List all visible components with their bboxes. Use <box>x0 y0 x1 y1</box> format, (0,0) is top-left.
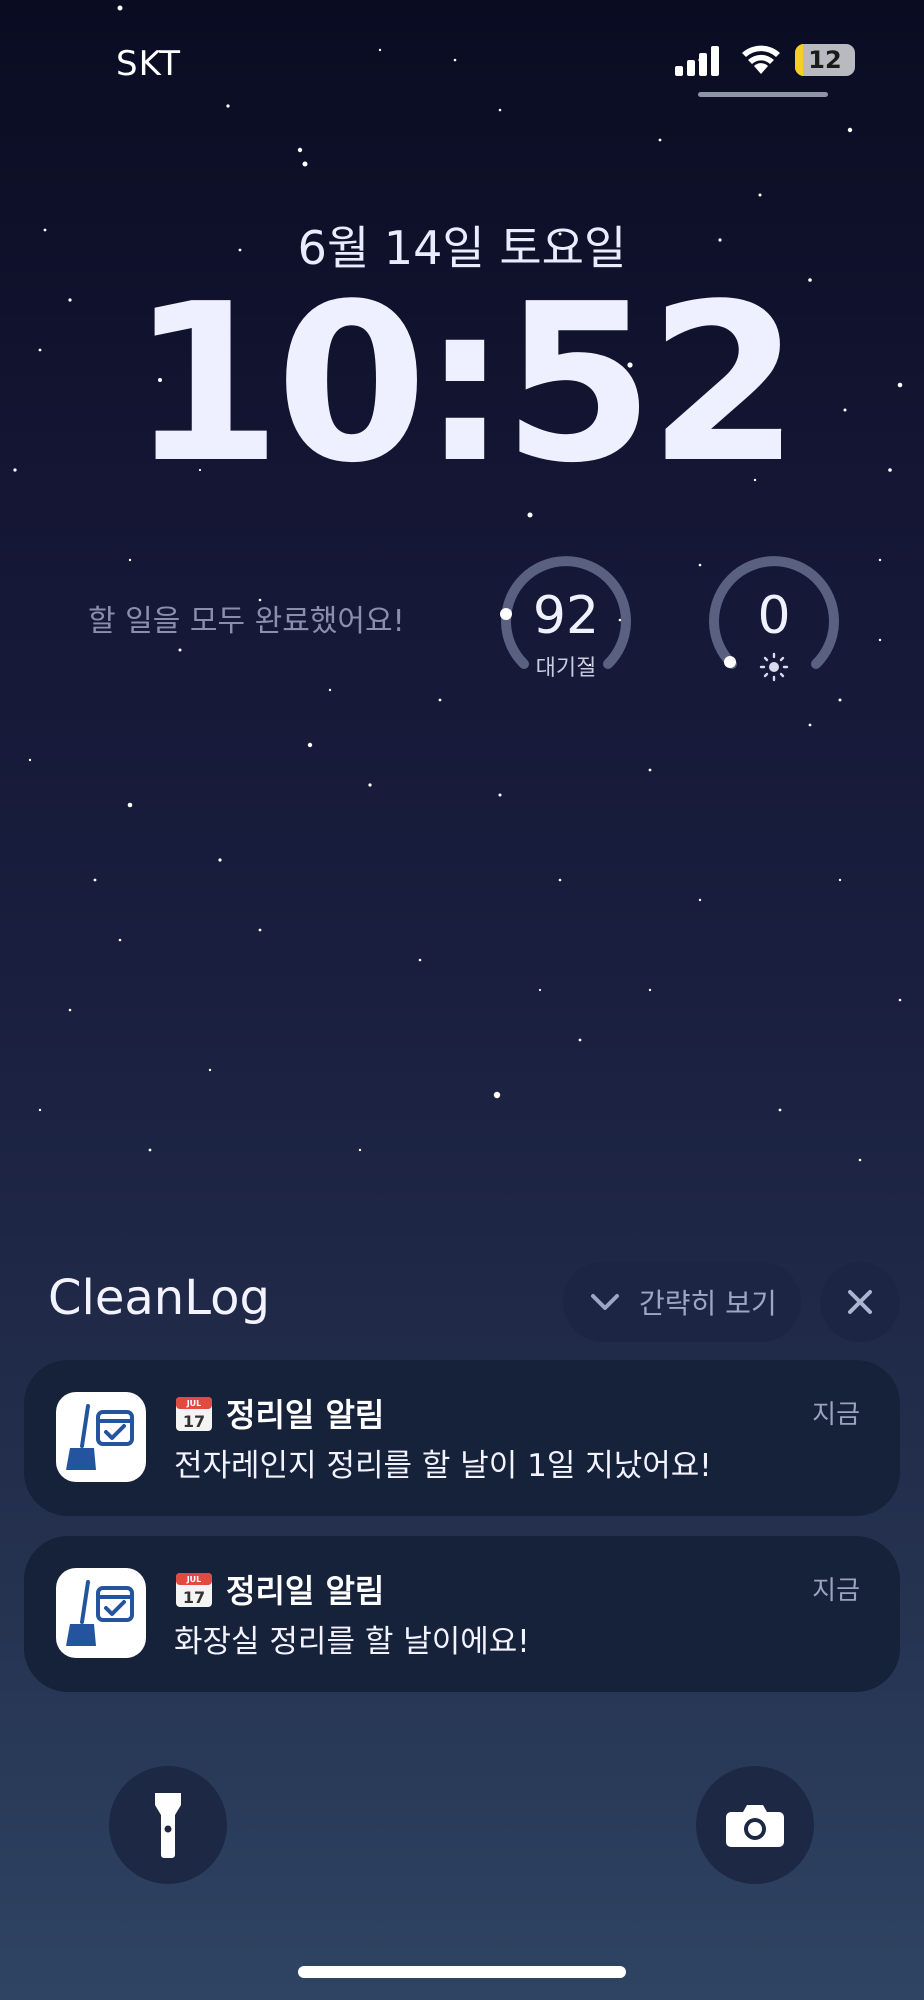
close-icon <box>848 1290 872 1314</box>
wifi-icon <box>742 45 780 74</box>
calendar-month: JUL <box>186 1575 202 1584</box>
air-quality-value: 92 <box>532 586 600 646</box>
carrier-name: SKT <box>116 44 182 84</box>
control-center-indicator[interactable] <box>698 92 828 97</box>
battery-level: 12 <box>808 46 842 74</box>
status-bar: SKT 12 <box>0 0 924 120</box>
notification-time: 지금 <box>812 1576 860 1606</box>
todo-widget-text[interactable]: 할 일을 모두 완료했어요! <box>88 596 405 640</box>
calendar-day: 17 <box>183 1412 205 1431</box>
calendar-emoji-icon: JUL 17 <box>176 1397 212 1431</box>
uv-index-value: 0 <box>757 586 791 646</box>
camera-button[interactable] <box>696 1766 814 1884</box>
flashlight-icon <box>155 1793 181 1858</box>
calendar-month: JUL <box>186 1399 202 1408</box>
notification-body: 화장실 정리를 할 날이에요! <box>174 1624 530 1660</box>
sun-icon <box>759 652 789 682</box>
camera-icon <box>726 1805 784 1847</box>
chevron-down-icon <box>591 1294 619 1310</box>
clear-notifications-button[interactable] <box>820 1262 900 1342</box>
notification-body: 전자레인지 정리를 할 날이 1일 지났어요! <box>174 1448 712 1484</box>
show-less-label: 간략히 보기 <box>639 1287 777 1320</box>
battery-indicator: 12 <box>795 44 855 76</box>
calendar-day: 17 <box>183 1588 205 1607</box>
notification-title: JUL 17 정리일 알림 <box>174 1390 384 1436</box>
uv-index-widget[interactable]: 0 <box>704 548 844 688</box>
air-quality-widget[interactable]: 92 대기질 <box>496 548 636 688</box>
notification-card[interactable]: JUL 17 정리일 알림 화장실 정리를 할 날이에요! 지금 <box>24 1536 900 1692</box>
calendar-emoji-icon: JUL 17 <box>176 1573 212 1607</box>
cleanlog-app-icon <box>56 1568 146 1658</box>
notification-title-text: 정리일 알림 <box>226 1572 385 1610</box>
notification-title-text: 정리일 알림 <box>226 1396 385 1434</box>
notification-card[interactable]: JUL 17 정리일 알림 전자레인지 정리를 할 날이 1일 지났어요! 지금 <box>24 1360 900 1516</box>
cellular-signal-icon <box>675 46 719 76</box>
notification-time: 지금 <box>812 1400 860 1430</box>
flashlight-button[interactable] <box>109 1766 227 1884</box>
lockscreen-time: 10:52 <box>130 258 800 511</box>
cleanlog-app-icon <box>56 1392 146 1482</box>
air-quality-label: 대기질 <box>535 656 597 681</box>
notification-title: JUL 17 정리일 알림 <box>174 1566 384 1612</box>
notification-group-app-name: CleanLog <box>48 1270 270 1326</box>
show-less-button[interactable]: 간략히 보기 <box>563 1262 801 1342</box>
home-indicator[interactable] <box>298 1966 626 1978</box>
